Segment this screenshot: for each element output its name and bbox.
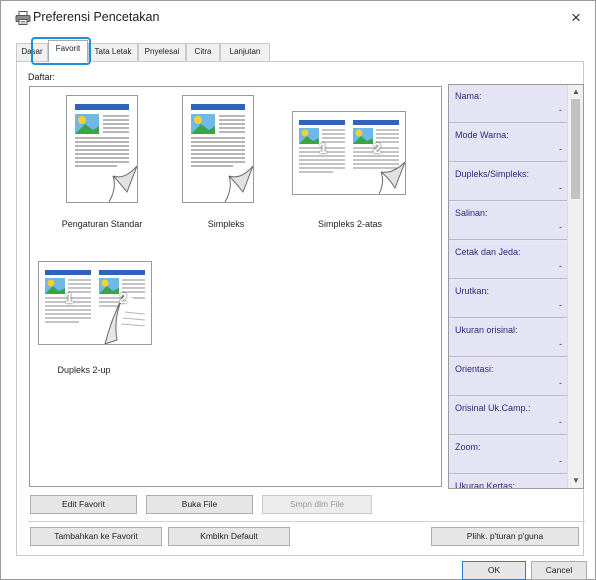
list-label: Daftar: <box>28 72 56 82</box>
detail-row-original-size: Ukuran orisinal: - <box>449 319 568 357</box>
list-item[interactable]: Simpleks <box>174 95 298 235</box>
ok-button[interactable]: OK <box>462 561 526 580</box>
detail-label: Cetak dan Jeda: <box>455 247 521 257</box>
page-number-1: 1 <box>319 140 328 157</box>
detail-value: - <box>559 456 562 466</box>
page-number-2: 2 <box>119 290 128 307</box>
detail-value: - <box>559 339 562 349</box>
edit-favorite-button[interactable]: Edit Favorit <box>30 495 137 514</box>
detail-value: - <box>559 378 562 388</box>
detail-label: Zoom: <box>455 442 481 452</box>
single-page-icon <box>191 104 254 203</box>
two-up-page-icon <box>45 270 151 345</box>
user-settings-button[interactable]: Plihk. p'turan p'guna <box>431 527 579 546</box>
favorite-details-panel: Nama: - Mode Warna: - Dupleks/Simpleks: … <box>448 84 584 489</box>
detail-row-duplex: Dupleks/Simpleks: - <box>449 163 568 201</box>
open-file-button[interactable]: Buka File <box>146 495 253 514</box>
tab-pnyelesai[interactable]: Pnyelesai <box>138 43 186 61</box>
single-page-icon <box>75 104 138 203</box>
document-thumbnail <box>66 95 138 203</box>
scroll-thumb[interactable] <box>571 99 580 199</box>
detail-row-paper-size: Ukuran Kertas: <box>449 475 568 489</box>
close-button[interactable]: × <box>565 7 587 29</box>
detail-value: - <box>559 417 562 427</box>
document-thumbnail <box>182 95 254 203</box>
detail-row-orientation: Orientasi: - <box>449 358 568 396</box>
tab-citra[interactable]: Citra <box>186 43 220 61</box>
list-item-label: Pengaturan Standar <box>61 219 143 229</box>
list-item-label: Simpleks <box>207 219 245 229</box>
two-up-page-icon <box>299 120 406 195</box>
scroll-up-icon[interactable]: ▲ <box>568 85 583 99</box>
page-number-2: 2 <box>373 140 382 157</box>
detail-row-print-pause: Cetak dan Jeda: - <box>449 241 568 279</box>
list-item[interactable]: 1 2 Simpleks 2-atas <box>288 111 416 235</box>
document-thumbnail: 1 2 <box>38 261 152 345</box>
detail-label: Mode Warna: <box>455 130 509 140</box>
detail-label: Ukuran Kertas: <box>455 481 516 489</box>
document-thumbnail: 1 2 <box>292 111 406 195</box>
detail-label: Orientasi: <box>455 364 494 374</box>
add-to-favorites-button[interactable]: Tambahkan ke Favorit <box>30 527 162 546</box>
page-number-1: 1 <box>65 290 74 307</box>
window-title: Preferensi Pencetakan <box>33 10 160 24</box>
detail-label: Nama: <box>455 91 482 101</box>
detail-row-sort: Urutkan: - <box>449 280 568 318</box>
tab-lanjutan[interactable]: Lanjutan <box>220 43 270 61</box>
detail-label: Dupleks/Simpleks: <box>455 169 530 179</box>
detail-value: - <box>559 105 562 115</box>
detail-row-color-mode: Mode Warna: - <box>449 124 568 162</box>
list-item-label: Simpleks 2-atas <box>317 219 383 229</box>
detail-label: Urutkan: <box>455 286 490 296</box>
detail-label: Orisinal Uk.Camp.: <box>455 403 531 413</box>
printer-icon <box>15 11 31 25</box>
detail-value: - <box>559 183 562 193</box>
divider <box>28 521 585 522</box>
detail-label: Salinan: <box>455 208 488 218</box>
detail-row-zoom: Zoom: - <box>449 436 568 474</box>
tab-tata-letak[interactable]: Tata Letak <box>88 43 138 61</box>
detail-row-name: Nama: - <box>449 85 568 123</box>
detail-value: - <box>559 261 562 271</box>
title-bar: Preferensi Pencetakan × <box>1 1 595 35</box>
tab-dasar[interactable]: Dasar <box>16 43 48 61</box>
detail-label: Ukuran orisinal: <box>455 325 518 335</box>
detail-value: - <box>559 222 562 232</box>
favorites-list[interactable]: Pengaturan Standar Simpleks 1 2 Simpleks… <box>29 86 442 487</box>
printing-preferences-dialog: Preferensi Pencetakan × Dasar Favorit Ta… <box>0 0 596 580</box>
scroll-down-icon[interactable]: ▼ <box>568 474 583 488</box>
tab-favorit[interactable]: Favorit <box>48 40 88 62</box>
cancel-button[interactable]: Cancel <box>531 561 587 580</box>
list-item-label: Dupleks 2-up <box>57 365 111 375</box>
detail-value: - <box>559 144 562 154</box>
list-item[interactable]: Pengaturan Standar <box>40 95 164 235</box>
restore-default-button[interactable]: Kmblkn Default <box>168 527 290 546</box>
detail-row-copies: Salinan: - <box>449 202 568 240</box>
save-to-file-button[interactable]: Smpn dlm File <box>262 495 372 514</box>
details-scrollbar[interactable]: ▲ ▼ <box>567 85 583 488</box>
list-item[interactable]: 1 2 Dupleks 2-up <box>36 259 160 383</box>
detail-row-mixed-size: Orisinal Uk.Camp.: - <box>449 397 568 435</box>
detail-value: - <box>559 300 562 310</box>
